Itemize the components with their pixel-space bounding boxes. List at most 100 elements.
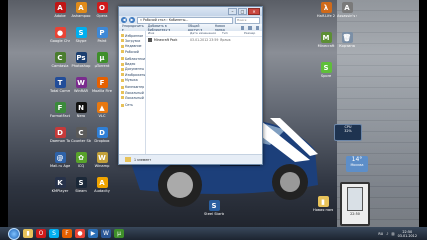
desktop-icon-ashampoo[interactable]: A Ashampoo [71,2,91,18]
folder-icon [121,62,124,66]
close-button[interactable]: ✕ [248,8,260,15]
nav-item-label: Изображения [125,72,145,77]
nav-item-локальный[interactable]: Локальный [119,95,145,100]
view-options-icon[interactable] [240,25,245,30]
desktop-icon-formatfactory[interactable]: FFormatFactory [50,102,70,118]
language-indicator[interactable]: RU [378,232,383,236]
half-life-2-icon: λ [320,2,332,13]
forward-icon[interactable]: ▶ [129,17,135,23]
taskbar-clock[interactable]: 22:50 03.01.2012 [398,230,417,238]
desktop-icon-label: Nero [76,114,86,118]
taskbar-media-icon[interactable]: ▶ [88,229,98,238]
desktop-icon-корзина[interactable]: 🗑 Корзина [337,32,357,48]
start-button[interactable] [8,227,20,240]
spore-icon: S [320,62,332,73]
desktop-icon-steam[interactable]: S Steam [71,177,91,193]
preview-pane-icon[interactable] [248,25,252,30]
desktop-icon-counter-strike[interactable]: CCounter Strike [71,127,91,143]
volume-icon[interactable]: ♪ [386,232,388,236]
network-icon[interactable]: ▥ [391,232,394,236]
taskbar-explorer-icon[interactable]: ▮ [23,229,33,238]
taskbar: ▮ O S F ● ▶ Wµ RU ♪ ▥ 22:50 03.01.2012 [0,227,427,240]
nav-item-label: Недавние [125,44,142,49]
opera-icon: O [96,2,108,13]
desktop-icon-dropbox[interactable]: D Dropbox [92,127,112,143]
paint-icon: P [96,27,108,38]
desktop-icon-label: Ashampoo [71,14,91,18]
maximize-button[interactable]: □ [238,8,247,15]
desktop-icon-label: Корзина [339,44,355,48]
desktop-icon-mozilla-firefox[interactable]: FMozilla Firefox [92,77,112,93]
desktop-icon-skype[interactable]: S Skype [71,27,91,43]
desktop-icon-paint[interactable]: P Paint [92,27,112,43]
camtasia-icon: C [54,52,66,63]
taskbar-firefox-icon[interactable]: F [62,229,72,238]
column-size[interactable]: Размер [242,31,255,36]
file-date: 03.01.2012 23:59 [190,38,219,42]
desktop-icon-half-life-2[interactable]: λ Half-Life 2 [316,2,336,18]
icq-icon: ✿ [75,152,87,163]
desktop-icon-label: ICQ [77,164,85,168]
minimize-button[interactable]: – [228,8,237,15]
taskbar-word-icon[interactable]: W [101,229,111,238]
desktop-icon-camtasia[interactable]: C Camtasia [50,52,70,68]
search-input[interactable]: Поиск [235,16,260,24]
explorer-window[interactable]: – □ ✕ ◀ ▶ « Рабочий стол › Кабинеты... П… [118,6,263,165]
shortcut-icon [148,38,152,42]
nav-item-label: Локальный [125,90,144,95]
desktop-icon-daemon-tools[interactable]: DDaemon Tools [50,127,70,143]
desktop-icon-winrar[interactable]: W WinRAR [71,77,91,93]
desktop-icon-nero[interactable]: N Nero [71,102,91,118]
desktop-icon-icq[interactable]: ✿ ICQ [71,152,91,168]
desktop-icon-winamp[interactable]: W Winamp [92,152,112,168]
taskbar-opera-icon[interactable]: O [36,229,46,238]
skype-icon: S [75,27,87,38]
desktop-icon-google-chrome[interactable]: ●Google Chrome [50,27,70,43]
desktop-icon-label: WinRAR [73,89,89,93]
nav-item-label: Сеть [125,103,133,108]
desktop-icon-label: Opera [96,14,108,18]
taskbar-apps: ▮ O S F ● ▶ Wµ [23,229,124,238]
nav-item-label: Видео [125,62,136,67]
total-commander-icon: T [54,77,66,88]
desktop-icon-audacity[interactable]: A Audacity [92,177,112,193]
column-name[interactable]: Имя [146,31,188,36]
nav-item-музыка[interactable]: Музыка [119,77,145,82]
help-icon[interactable] [255,25,259,30]
address-bar[interactable]: « Рабочий стол › Кабинеты... [137,16,233,24]
desktop-icon-label: Google Chrome [50,39,70,43]
desktop-icon-minecraft[interactable]: M Minecraft [316,32,336,48]
vlc-icon: ▲ [96,102,108,113]
desktop-icon-kmplayer[interactable]: K KMPlayer [50,177,70,193]
weather-city: Москва [350,163,364,167]
window-titlebar[interactable]: – □ ✕ [119,7,262,16]
nav-item-рабочий[interactable]: Рабочий [119,49,145,54]
column-date[interactable]: Дата изменения [188,31,220,36]
torrent-icon: µ [96,52,108,63]
desktop-icon-assassin-s-creed[interactable]: AAssassin's Creed [337,2,357,18]
adobe-icon: A [54,2,66,13]
back-icon[interactable]: ◀ [121,17,127,23]
desktop-icon-adobe[interactable]: A Adobe [50,2,70,18]
ashampoo-icon: A [75,2,87,13]
nav-item-сеть[interactable]: Сеть [119,103,145,108]
desktop-icon-spore[interactable]: S Spore [316,62,336,78]
taskbar-skype-icon[interactable]: S [49,229,59,238]
desktop-icon-torrent[interactable]: µ µTorrent [92,52,112,68]
desktop-icon-total-commander[interactable]: TTotal Commander [50,77,70,93]
desktop-icon-label: Daemon Tools [50,139,70,143]
desktop-icon-vlc[interactable]: ▲ VLC [92,102,112,118]
desktop-icon-opera[interactable]: O Opera [92,2,112,18]
table-row[interactable]: Minecraft Pack 03.01.2012 23:59 Ярлык [146,37,262,43]
desktop-icon-mail-ru-agent[interactable]: @Mail.ru Agent [50,152,70,168]
folder-icon [121,67,124,71]
file-list: Имя Дата изменения Тип Размер Minecraft … [146,31,262,155]
column-type[interactable]: Тип [220,31,242,36]
app-icon: S [208,200,220,211]
taskbar-utorrent-icon[interactable]: µ [114,229,124,238]
folder-icon [121,44,124,48]
desktop-icon-photoshop[interactable]: Ps Photoshop [71,52,91,68]
taskbar-chrome-icon[interactable]: ● [75,229,85,238]
desktop-icon-folder[interactable]: ▮ Новая папка [313,196,333,212]
desktop-icon-steel[interactable]: S Steel Starter Pack Sticks [204,200,224,216]
